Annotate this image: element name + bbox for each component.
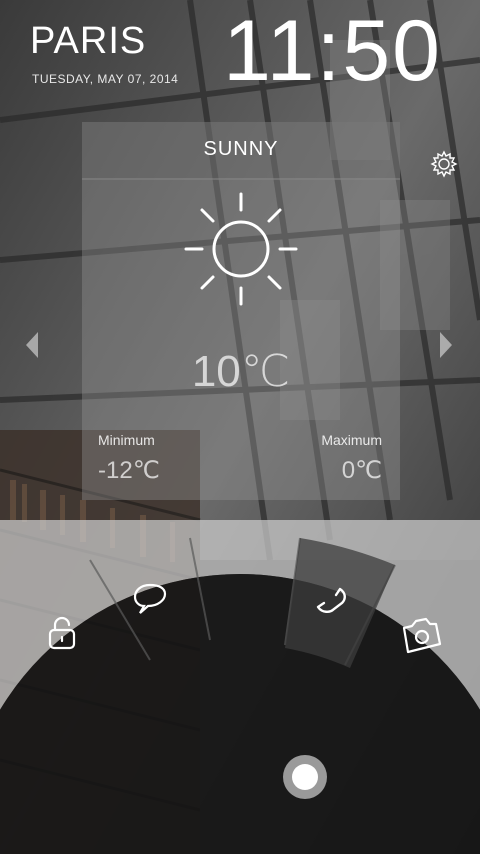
weather-condition-bar: SUNNY — [82, 122, 400, 180]
sun-icon — [184, 192, 298, 306]
shortcut-dial — [0, 520, 480, 854]
chevron-right-icon[interactable] — [436, 330, 456, 360]
city-name: PARIS — [30, 20, 147, 62]
min-temp-label: Minimum — [98, 432, 155, 448]
clock-time: 11:50 — [223, 3, 442, 99]
max-temp-label: Maximum — [321, 432, 382, 448]
unlock-handle[interactable] — [283, 755, 327, 799]
min-temp-value: -12℃ — [98, 457, 160, 484]
weather-panel: 10℃ Minimum -12℃ Maximum 0℃ — [82, 178, 400, 500]
gear-icon[interactable] — [428, 148, 460, 180]
weather-condition: SUNNY — [203, 138, 279, 160]
max-temp-value: 0℃ — [341, 457, 382, 484]
chevron-left-icon[interactable] — [22, 330, 42, 360]
date-label: TUESDAY, MAY 07, 2014 — [32, 72, 179, 86]
current-temperature: 10℃ — [191, 347, 291, 396]
